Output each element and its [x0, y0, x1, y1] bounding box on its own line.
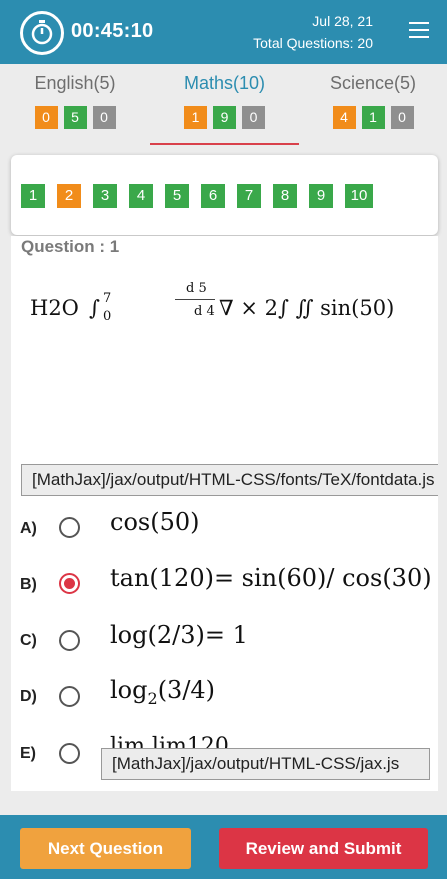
option-d-text[interactable]: log2(3/4): [110, 676, 215, 708]
english-count-unanswered: 0: [34, 106, 58, 129]
review-submit-button[interactable]: Review and Submit: [219, 828, 428, 869]
question-h2o: H2O: [30, 296, 79, 320]
option-c-text[interactable]: log(2/3)= 1: [110, 621, 248, 649]
question-navigator: 1 2 3 4 5 6 7 8 9 10: [11, 155, 438, 235]
option-d-letter: D): [20, 688, 37, 705]
integral-upper-limit: 7: [103, 291, 112, 306]
maths-count-answered: 9: [213, 106, 236, 129]
science-count-answered: 1: [361, 106, 385, 129]
english-count-skipped: 0: [92, 106, 116, 129]
question-nav-button-2[interactable]: 2: [57, 184, 81, 208]
option-e-radio[interactable]: [59, 743, 80, 764]
active-tab-indicator: [150, 143, 299, 145]
option-b-radio[interactable]: [59, 573, 80, 594]
question-nav-button-4[interactable]: 4: [129, 184, 153, 208]
next-question-button[interactable]: Next Question: [20, 828, 191, 869]
question-nav-button-3[interactable]: 3: [93, 184, 117, 208]
english-count-answered: 5: [63, 106, 87, 129]
hamburger-menu-icon[interactable]: [409, 22, 431, 40]
question-nav-button-9[interactable]: 9: [309, 184, 333, 208]
tab-science[interactable]: Science(5) 4 1 0: [299, 64, 447, 148]
option-a-letter: A): [20, 520, 37, 537]
maths-count-unanswered: 1: [184, 106, 207, 129]
integral-lower-limit: 0: [103, 309, 112, 324]
option-c-letter: C): [20, 632, 37, 649]
bottom-action-bar: Next Question Review and Submit: [0, 815, 447, 879]
question-title: Question : 1: [21, 237, 120, 256]
question-nav-button-1[interactable]: 1: [21, 184, 45, 208]
header-bar: 00:45:10 Jul 28, 21 Total Questions: 20: [0, 0, 447, 64]
mathjax-loading-error: [MathJax]/jax/output/HTML-CSS/jax.js: [101, 748, 430, 780]
question-nav-button-5[interactable]: 5: [165, 184, 189, 208]
question-nav-button-8[interactable]: 8: [273, 184, 297, 208]
option-a-text[interactable]: cos(50): [110, 508, 199, 536]
fraction-numerator: d 5: [186, 281, 207, 296]
timer-display: 00:45:10: [71, 20, 154, 42]
option-d-radio[interactable]: [59, 686, 80, 707]
tab-maths[interactable]: Maths(10) 1 9 0: [150, 64, 299, 148]
stopwatch-icon: [20, 11, 64, 55]
tab-maths-label: Maths(10): [183, 73, 266, 93]
tab-science-label: Science(5): [329, 73, 417, 93]
option-d-rest: (3/4): [157, 676, 216, 704]
total-questions: Total Questions: 20: [253, 35, 373, 51]
option-d-subscript: 2: [147, 688, 158, 708]
question-nav-button-6[interactable]: 6: [201, 184, 225, 208]
mathjax-error-box: [MathJax]/jax/output/HTML-CSS/fonts/TeX/…: [21, 464, 438, 496]
option-d-log: log: [110, 676, 148, 704]
option-e-letter: E): [20, 745, 36, 762]
option-b-letter: B): [20, 576, 37, 593]
subject-tabs: English(5) 0 5 0 Maths(10) 1 9 0 Science…: [0, 64, 447, 148]
question-nav-button-7[interactable]: 7: [237, 184, 261, 208]
tab-english[interactable]: English(5) 0 5 0: [0, 64, 150, 148]
science-count-unanswered: 4: [332, 106, 356, 129]
maths-count-skipped: 0: [242, 106, 265, 129]
question-nav-button-10[interactable]: 10: [345, 184, 373, 208]
question-card: Question : 1 H2O ∫ 7 0 d 5 d 4 ∇ × 2∫ ∬ …: [11, 236, 438, 791]
tab-english-label: English(5): [34, 73, 116, 93]
question-expression: ∇ × 2∫ ∬ sin(50): [219, 296, 395, 320]
integral-symbol: ∫: [89, 296, 100, 320]
option-c-radio[interactable]: [59, 630, 80, 651]
fraction-denominator: d 4: [194, 304, 215, 319]
science-count-skipped: 0: [390, 106, 414, 129]
option-b-text[interactable]: tan(120)= sin(60)/ cos(30): [110, 564, 432, 592]
exam-date: Jul 28, 21: [312, 13, 373, 29]
fraction-bar: [175, 299, 215, 300]
option-a-radio[interactable]: [59, 517, 80, 538]
